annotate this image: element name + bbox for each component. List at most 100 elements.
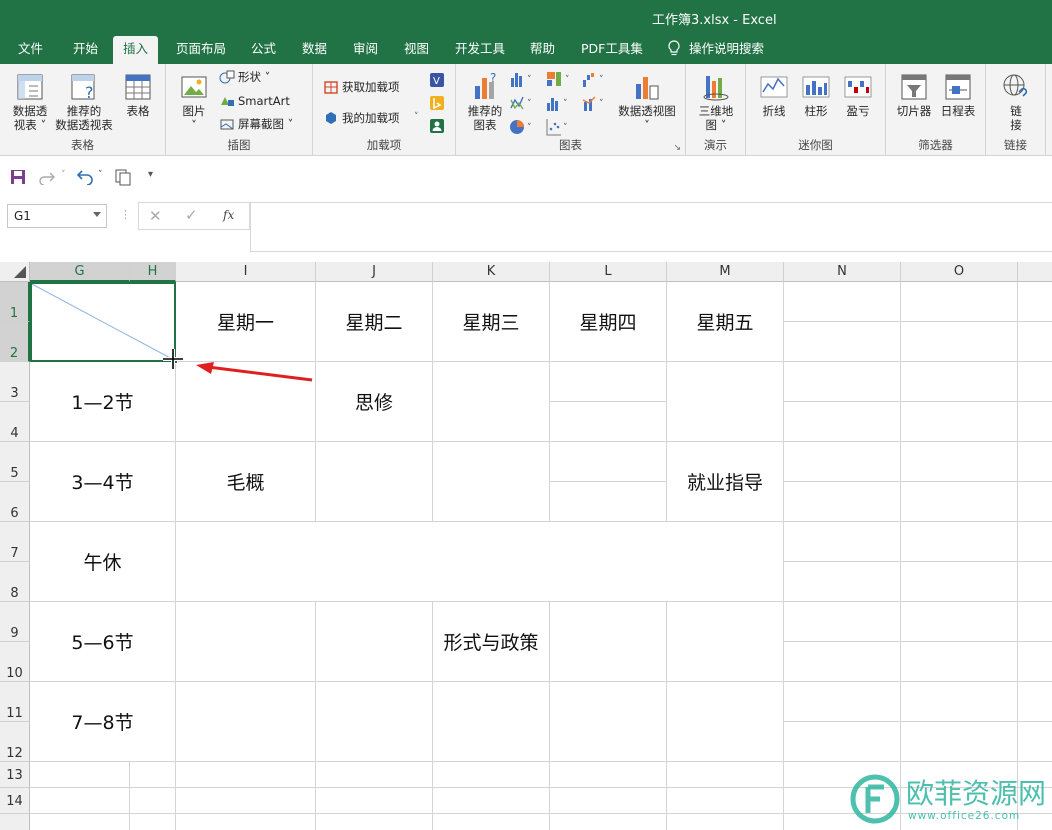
column-header-p[interactable] xyxy=(1018,262,1052,282)
row-header-3[interactable]: 3 xyxy=(0,362,30,402)
cell-i5-maogai[interactable]: 毛概 xyxy=(176,442,315,521)
tab-help[interactable]: 帮助 xyxy=(530,36,555,64)
selected-cell-g1[interactable] xyxy=(30,282,176,362)
column-header-k[interactable]: K xyxy=(433,262,550,282)
cell-l1-thursday[interactable]: 星期四 xyxy=(550,282,666,361)
pivot-table-button[interactable]: 数据透 视表 ˅ xyxy=(6,72,54,132)
column-header-o[interactable]: O xyxy=(901,262,1018,282)
cell-m1-friday[interactable]: 星期五 xyxy=(667,282,783,361)
sparkline-winloss-button[interactable]: 盈亏 xyxy=(838,72,878,118)
tab-page-layout[interactable]: 页面布局 xyxy=(176,36,226,64)
get-addins-button[interactable]: 获取加载项 xyxy=(323,78,400,96)
row-header-1[interactable]: 1 xyxy=(0,282,30,322)
formula-input[interactable] xyxy=(250,202,1052,252)
row-header-10[interactable]: 10 xyxy=(0,642,30,682)
row-header-13[interactable]: 13 xyxy=(0,762,30,788)
tab-file[interactable]: 文件 xyxy=(18,36,43,64)
insert-function-button[interactable]: fx xyxy=(223,208,234,222)
screenshot-button[interactable]: 屏幕截图 ˅ xyxy=(219,115,293,133)
column-header-g[interactable]: G xyxy=(30,262,130,282)
column-header-j[interactable]: J xyxy=(316,262,433,282)
tell-me-search[interactable]: 操作说明搜索 xyxy=(667,36,764,64)
undo-icon[interactable] xyxy=(76,169,96,185)
table-button[interactable]: 表格 xyxy=(118,72,158,118)
people-graph-icon[interactable] xyxy=(429,118,445,134)
column-chart-icon[interactable]: ˅ xyxy=(510,70,538,88)
pivot-chart-button[interactable]: 数据透视图 ˅ xyxy=(614,72,680,132)
row-header-5[interactable]: 5 xyxy=(0,442,30,482)
select-all-corner[interactable] xyxy=(0,262,30,282)
redo-icon[interactable] xyxy=(38,169,60,185)
customize-qat-icon[interactable]: ▾ xyxy=(148,169,153,180)
bing-maps-icon[interactable] xyxy=(429,95,445,111)
sparkline-line-button[interactable]: 折线 xyxy=(754,72,794,118)
tab-review[interactable]: 审阅 xyxy=(353,36,378,64)
smartart-button[interactable]: SmartArt xyxy=(219,92,290,110)
copy-icon[interactable] xyxy=(114,168,132,186)
cancel-icon[interactable]: ✕ xyxy=(149,207,162,225)
hierarchy-chart-icon[interactable]: ˅ xyxy=(546,70,574,88)
row-header-12[interactable]: 12 xyxy=(0,722,30,762)
link-button[interactable]: 链 接 xyxy=(996,72,1036,132)
column-header-m[interactable]: M xyxy=(667,262,784,282)
visio-icon[interactable]: V xyxy=(429,72,445,88)
enter-icon[interactable]: ✓ xyxy=(185,206,198,224)
timeline-button[interactable]: 日程表 xyxy=(936,72,980,118)
pie-chart-icon[interactable]: ˅ xyxy=(510,118,538,136)
cell-g3-period-1-2[interactable]: 1—2节 xyxy=(30,362,175,441)
worksheet-grid[interactable]: G H I J K L M N O 1 2 3 4 5 6 7 8 9 10 1… xyxy=(0,262,1052,830)
column-header-n[interactable]: N xyxy=(784,262,901,282)
combo-chart-icon[interactable]: ˅ xyxy=(582,94,610,112)
shapes-button[interactable]: 形状 ˅ xyxy=(219,68,270,86)
row-header-6[interactable]: 6 xyxy=(0,482,30,522)
cell-j1-tuesday[interactable]: 星期二 xyxy=(316,282,432,361)
lunch-merged-range[interactable] xyxy=(176,522,783,601)
scatter-chart-icon[interactable]: ˅ xyxy=(546,118,574,136)
name-box[interactable]: G1 xyxy=(7,204,107,228)
charts-dialog-launcher-icon[interactable]: ↘ xyxy=(673,143,681,153)
waterfall-chart-icon[interactable]: ˅ xyxy=(582,70,610,88)
tab-formulas[interactable]: 公式 xyxy=(251,36,276,64)
save-icon[interactable] xyxy=(10,169,26,185)
tab-developer[interactable]: 开发工具 xyxy=(455,36,505,64)
column-header-l[interactable]: L xyxy=(550,262,667,282)
row-header-4[interactable]: 4 xyxy=(0,402,30,442)
cell-i1-monday[interactable]: 星期一 xyxy=(176,282,315,361)
row-header-14[interactable]: 14 xyxy=(0,788,30,814)
line-chart-icon[interactable]: ˅ xyxy=(510,94,538,112)
sparkline-column-button[interactable]: 柱形 xyxy=(796,72,836,118)
column-header-h[interactable]: H xyxy=(130,262,176,282)
slicer-button[interactable]: 切片器 xyxy=(892,72,936,118)
tab-home[interactable]: 开始 xyxy=(73,36,98,64)
row-header-11[interactable]: 11 xyxy=(0,682,30,722)
cell-g7-lunch[interactable]: 午休 xyxy=(30,522,175,601)
row-header-15[interactable] xyxy=(0,814,30,830)
row-header-2[interactable]: 2 xyxy=(0,322,30,362)
cell-g5-period-3-4[interactable]: 3—4节 xyxy=(30,442,175,521)
name-box-dropdown-icon[interactable] xyxy=(93,212,101,217)
cell-k9-xingshi[interactable]: 形式与政策 xyxy=(433,602,549,681)
tab-data[interactable]: 数据 xyxy=(302,36,327,64)
tab-insert[interactable]: 插入 xyxy=(113,36,159,64)
cell-j3-siyou[interactable]: 思修 xyxy=(316,362,432,441)
column-header-i[interactable]: I xyxy=(176,262,316,282)
recommended-charts-button[interactable]: ? 推荐的 图表 xyxy=(462,72,508,132)
pictures-button[interactable]: 图片 ˅ xyxy=(174,72,214,132)
recommended-pivot-button[interactable]: ? 推荐的 数据透视表 xyxy=(52,72,116,132)
my-addins-dropdown-icon[interactable]: ˅ xyxy=(414,112,419,122)
redo-dropdown-icon[interactable]: ˅ xyxy=(61,170,66,180)
cell-g9-period-5-6[interactable]: 5—6节 xyxy=(30,602,175,681)
svg-text:˅: ˅ xyxy=(527,99,532,109)
row-header-9[interactable]: 9 xyxy=(0,602,30,642)
3d-map-button[interactable]: 三维地 图 ˅ xyxy=(692,72,740,132)
tab-pdf-tools[interactable]: PDF工具集 xyxy=(581,36,643,64)
row-header-7[interactable]: 7 xyxy=(0,522,30,562)
cell-m5-jiuye[interactable]: 就业指导 xyxy=(667,442,783,521)
stat-chart-icon[interactable]: ˅ xyxy=(546,94,574,112)
undo-dropdown-icon[interactable]: ˅ xyxy=(98,170,103,180)
my-addins-button[interactable]: 我的加载项 xyxy=(323,109,400,127)
cell-g11-period-7-8[interactable]: 7—8节 xyxy=(30,682,175,761)
tab-view[interactable]: 视图 xyxy=(404,36,429,64)
row-header-8[interactable]: 8 xyxy=(0,562,30,602)
cell-k1-wednesday[interactable]: 星期三 xyxy=(433,282,549,361)
